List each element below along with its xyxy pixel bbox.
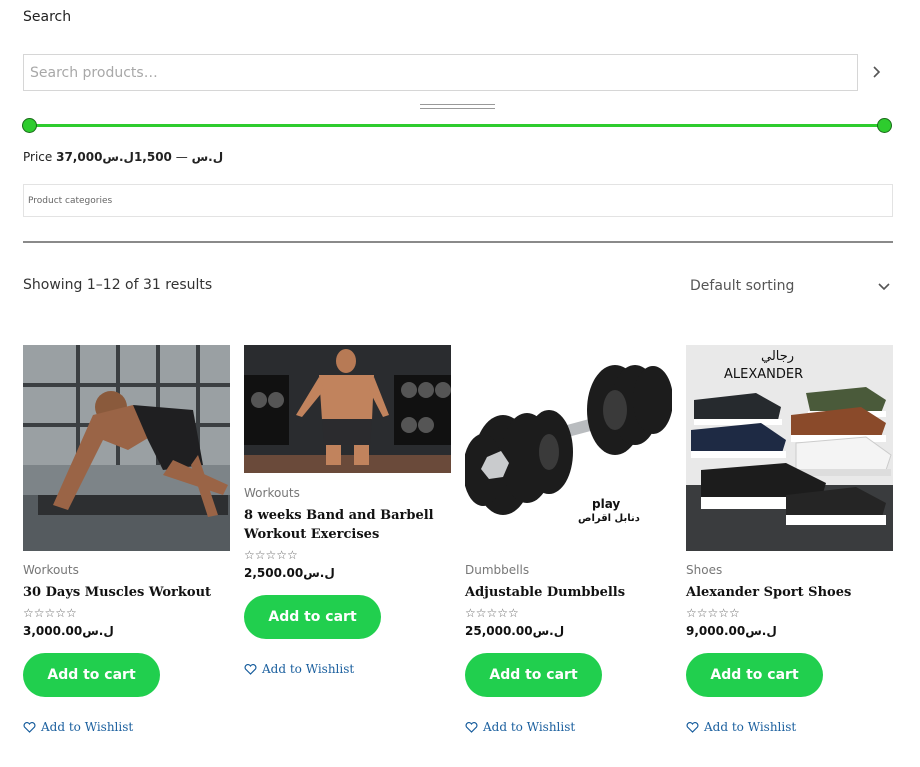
chevron-right-icon: [873, 66, 881, 78]
add-to-wishlist-link[interactable]: Add to Wishlist: [465, 720, 672, 734]
image-brand: ALEXANDER: [724, 367, 803, 382]
product-price: 2,500.00ل.س: [244, 566, 335, 580]
heart-icon: [465, 721, 478, 733]
product-card: play دنابل اقراص Dumbbells Adjustable Du…: [465, 345, 672, 734]
product-image[interactable]: رجالي ALEXANDER: [686, 345, 893, 551]
add-to-wishlist-link[interactable]: Add to Wishlist: [686, 720, 893, 734]
rating-stars: ☆☆☆☆☆: [244, 548, 298, 562]
product-card: رجالي ALEXANDER Shoes Alexander Sport Sh…: [686, 345, 893, 734]
image-caption-arabic: رجالي: [761, 349, 794, 364]
dumbbell-photo: play دنابل اقراص: [465, 345, 672, 551]
product-category: Dumbbells: [465, 563, 530, 577]
price-slider-max-handle[interactable]: [877, 118, 892, 133]
product-title[interactable]: Adjustable Dumbbells: [465, 583, 672, 602]
divider: [23, 241, 893, 243]
price-separator: —: [175, 150, 188, 164]
add-to-cart-button[interactable]: Add to cart: [686, 653, 823, 697]
product-title[interactable]: 30 Days Muscles Workout: [23, 583, 230, 602]
image-caption: play: [592, 497, 620, 511]
workout-photo: [23, 345, 230, 551]
result-count: Showing 1–12 of 31 results: [23, 277, 213, 293]
heart-icon: [23, 721, 36, 733]
categories-placeholder: Product categories: [28, 196, 113, 206]
sorting-label: Default sorting: [690, 278, 795, 294]
product-category: Workouts: [23, 563, 79, 577]
search-submit-button[interactable]: [867, 62, 887, 82]
chevron-down-icon: [878, 283, 890, 291]
price-range-label: Price 37,000ل.س — 1,500ل.س: [23, 150, 223, 164]
price-slider-track[interactable]: [30, 124, 885, 127]
wishlist-label: Add to Wishlist: [262, 662, 355, 676]
sorting-select[interactable]: Default sorting: [690, 278, 890, 294]
product-card: Workouts 30 Days Muscles Workout ☆☆☆☆☆ 3…: [23, 345, 230, 734]
add-to-wishlist-link[interactable]: Add to Wishlist: [244, 662, 451, 676]
wishlist-label: Add to Wishlist: [704, 720, 797, 734]
product-image[interactable]: [23, 345, 230, 551]
wishlist-label: Add to Wishlist: [41, 720, 134, 734]
product-category: Workouts: [244, 486, 300, 500]
product-title[interactable]: Alexander Sport Shoes: [686, 583, 893, 602]
product-card: Workouts 8 weeks Band and Barbell Workou…: [244, 345, 451, 676]
price-max: 1,500ل.س: [102, 150, 172, 164]
search-input[interactable]: [23, 54, 858, 91]
workout-photo: [244, 345, 451, 473]
product-image[interactable]: play دنابل اقراص: [465, 345, 672, 551]
product-price: 3,000.00ل.س: [23, 624, 114, 638]
add-to-cart-button[interactable]: Add to cart: [244, 595, 381, 639]
product-title[interactable]: 8 weeks Band and Barbell Workout Exercis…: [244, 506, 451, 544]
shoes-photo: رجالي ALEXANDER: [686, 345, 893, 551]
rating-stars: ☆☆☆☆☆: [465, 606, 519, 620]
product-category: Shoes: [686, 563, 723, 577]
price-slider-min-handle[interactable]: [22, 118, 37, 133]
product-image[interactable]: [244, 345, 451, 473]
add-to-cart-button[interactable]: Add to cart: [465, 653, 602, 697]
price-label: Price: [23, 150, 53, 164]
heart-icon: [686, 721, 699, 733]
search-heading: Search: [23, 9, 72, 25]
product-price: 9,000.00ل.س: [686, 624, 777, 638]
drag-handle[interactable]: [420, 104, 495, 109]
add-to-wishlist-link[interactable]: Add to Wishlist: [23, 720, 230, 734]
add-to-cart-button[interactable]: Add to cart: [23, 653, 160, 697]
product-categories-select[interactable]: Product categories: [23, 184, 893, 217]
image-caption-arabic: دنابل اقراص: [578, 513, 640, 524]
product-price: 25,000.00ل.س: [465, 624, 565, 638]
rating-stars: ☆☆☆☆☆: [23, 606, 77, 620]
wishlist-label: Add to Wishlist: [483, 720, 576, 734]
heart-icon: [244, 663, 257, 675]
rating-stars: ☆☆☆☆☆: [686, 606, 740, 620]
